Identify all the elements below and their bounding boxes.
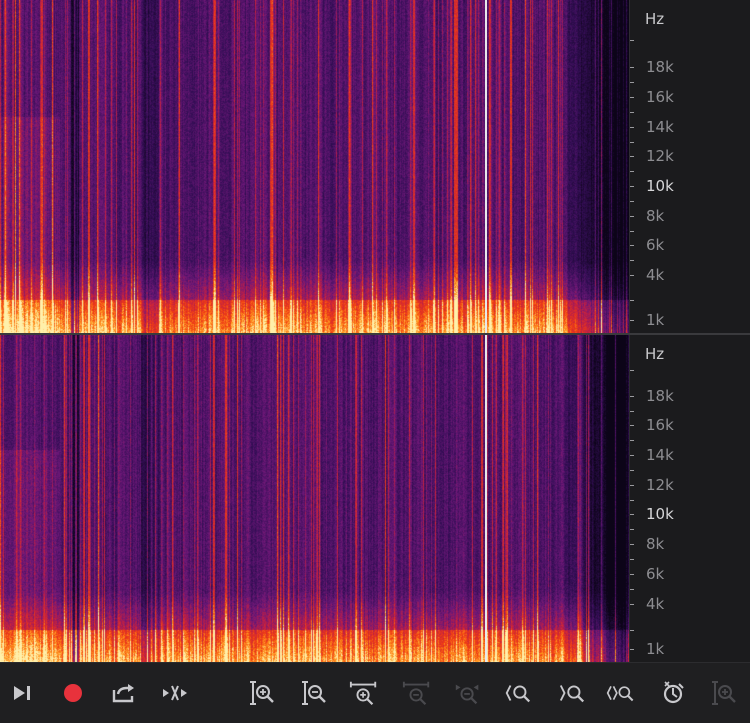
zoom-reset-button[interactable] <box>659 679 689 707</box>
zoom-in-to-out-point-button[interactable] <box>557 679 587 707</box>
freq-label: 1k <box>646 311 665 329</box>
freq-label: 10k <box>646 505 674 523</box>
spectrogram-bottom[interactable] <box>0 335 629 662</box>
ruler-tick <box>630 320 634 321</box>
freq-label: 10k <box>646 177 674 195</box>
ruler-tick <box>630 455 634 456</box>
freq-label: 4k <box>646 266 665 284</box>
playhead-bottom[interactable] <box>485 335 487 662</box>
frequency-ruler-bottom[interactable]: Hz 18k 16k 14k 12k 10k 8k 6k 4k 1k <box>629 335 750 662</box>
freq-label: 14k <box>646 446 674 464</box>
ruler-tick <box>630 370 634 371</box>
record-button[interactable] <box>58 679 88 707</box>
zoom-in-vertical-button[interactable] <box>708 679 738 707</box>
playhead-top[interactable] <box>485 0 487 333</box>
ruler-tick <box>630 142 634 143</box>
ruler-tick <box>630 231 634 232</box>
freq-label: 18k <box>646 387 674 405</box>
zoom-in-time-icon <box>349 681 377 706</box>
ruler-tick <box>630 411 634 412</box>
frequency-unit-label: Hz <box>645 345 665 363</box>
freq-label: 1k <box>646 640 665 658</box>
zoom-in-vertical-icon <box>712 681 736 705</box>
ruler-tick <box>630 544 634 545</box>
spectral-channel-bottom[interactable]: Hz 18k 16k 14k 12k 10k 8k 6k 4k 1k <box>0 335 750 662</box>
ruler-tick <box>630 514 634 515</box>
ruler-tick <box>630 425 634 426</box>
spectrogram-top[interactable] <box>0 0 629 333</box>
ruler-tick <box>630 604 634 605</box>
ruler-tick <box>630 440 634 441</box>
export-icon <box>112 684 134 703</box>
freq-label: 8k <box>646 535 665 553</box>
ruler-tick <box>630 127 634 128</box>
ruler-tick <box>630 500 634 501</box>
ruler-tick <box>630 245 634 246</box>
zoom-reset-icon <box>663 681 684 704</box>
spectral-channel-top[interactable]: Hz 18k 16k 14k 12k 10k 8k 6k 4k 1k <box>0 0 750 333</box>
zoom-in-amplitude-icon <box>250 681 274 705</box>
ruler-tick <box>630 649 634 650</box>
zoom-out-full-button[interactable] <box>402 679 432 707</box>
zoom-in-to-in-point-button[interactable] <box>503 679 533 707</box>
ruler-tick <box>630 470 634 471</box>
spectrogram-canvas-bottom[interactable] <box>0 335 629 662</box>
zoom-to-selection-bounds-button[interactable] <box>606 679 636 707</box>
ruler-tick <box>630 396 634 397</box>
skip-to-end-button[interactable] <box>8 679 38 707</box>
ruler-tick <box>630 485 634 486</box>
frequency-unit-label: Hz <box>645 10 665 28</box>
ruler-tick <box>630 275 634 276</box>
freq-label: 14k <box>646 118 674 136</box>
ruler-tick <box>630 67 634 68</box>
zoom-in-amplitude-button[interactable] <box>246 679 276 707</box>
zoom-to-selection-button[interactable] <box>453 679 483 707</box>
ruler-tick <box>630 112 634 113</box>
skip-selection-icon <box>163 685 187 701</box>
ruler-tick <box>630 156 634 157</box>
export-button[interactable] <box>109 679 139 707</box>
skip-selection-button[interactable] <box>160 679 190 707</box>
spectrogram-canvas-top[interactable] <box>0 0 629 333</box>
freq-label: 18k <box>646 58 674 76</box>
ruler-tick <box>630 574 634 575</box>
ruler-tick <box>630 40 634 41</box>
freq-label: 12k <box>646 147 674 165</box>
zoom-out-amplitude-icon <box>302 681 326 705</box>
ruler-tick <box>630 201 634 202</box>
freq-label: 16k <box>646 416 674 434</box>
zoom-out-amplitude-button[interactable] <box>298 679 328 707</box>
ruler-tick <box>630 559 634 560</box>
ruler-tick <box>630 171 634 172</box>
record-icon <box>64 684 82 702</box>
freq-label: 6k <box>646 565 665 583</box>
zoom-out-full-icon <box>402 681 430 706</box>
ruler-tick <box>630 216 634 217</box>
freq-label: 4k <box>646 595 665 613</box>
zoom-to-selection-bounds-icon <box>606 685 634 702</box>
zoom-to-selection-icon <box>455 684 479 705</box>
ruler-tick <box>630 630 634 631</box>
freq-label: 12k <box>646 476 674 494</box>
freq-label: 6k <box>646 236 665 254</box>
ruler-tick <box>630 300 634 301</box>
ruler-tick <box>630 260 634 261</box>
ruler-tick <box>630 97 634 98</box>
zoom-in-to-out-point-icon <box>559 685 585 703</box>
ruler-tick <box>630 589 634 590</box>
ruler-tick <box>630 186 634 187</box>
zoom-in-time-button[interactable] <box>349 679 379 707</box>
skip-to-end-icon <box>14 686 30 700</box>
freq-label: 16k <box>646 88 674 106</box>
frequency-ruler-top[interactable]: Hz 18k 16k 14k 12k 10k 8k 6k 4k 1k <box>629 0 750 333</box>
zoom-in-to-in-point-icon <box>505 685 531 703</box>
freq-label: 8k <box>646 207 665 225</box>
ruler-tick <box>630 529 634 530</box>
transport-zoom-toolbar <box>0 662 750 723</box>
ruler-tick <box>630 82 634 83</box>
